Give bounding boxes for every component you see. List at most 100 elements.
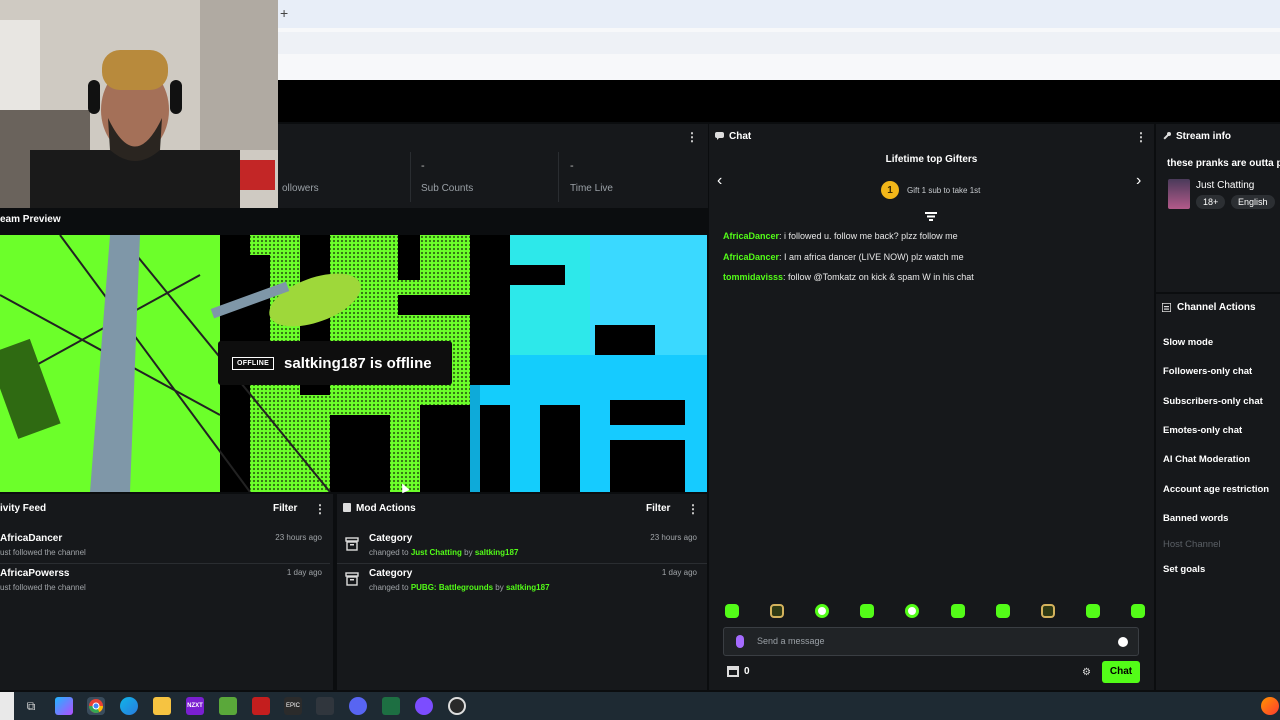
list-item[interactable]: AfricaDancer ust followed the channel 23…: [0, 533, 330, 563]
channel-points-icon[interactable]: [727, 666, 739, 677]
chat-input[interactable]: Send a message: [723, 627, 1139, 656]
action-host-channel: Host Channel: [1163, 539, 1221, 550]
chrome-icon[interactable]: [87, 697, 105, 715]
mod-action-description: changed to Just Chatting by saltking187: [369, 548, 518, 557]
emote-icon[interactable]: [1040, 604, 1055, 618]
emote-icon[interactable]: [770, 604, 785, 618]
obs-studio-icon[interactable]: [448, 697, 466, 715]
feed-username: AfricaPowerss: [0, 568, 70, 579]
emoji-icon[interactable]: [1118, 637, 1128, 647]
action-followers-only[interactable]: Followers-only chat: [1163, 366, 1252, 377]
stats-more-icon[interactable]: ⋮: [686, 130, 698, 144]
emote-icon[interactable]: [1130, 604, 1145, 618]
mod-desc-user[interactable]: saltking187: [506, 583, 550, 592]
chat-message[interactable]: AfricaDancer: i followed u. follow me ba…: [723, 231, 958, 241]
epic-games-icon[interactable]: EPIC: [284, 697, 302, 715]
mod-desc-user[interactable]: saltking187: [475, 548, 519, 557]
emote-icon[interactable]: [860, 604, 875, 618]
browser-tab-bar: +: [278, 0, 1280, 28]
webcam-overlay: [0, 0, 278, 208]
emote-icon[interactable]: [725, 604, 739, 618]
gift-prompt: Gift 1 sub to take 1st: [907, 185, 981, 195]
minecraft-icon[interactable]: [219, 697, 237, 715]
activity-more-icon[interactable]: ⋮: [314, 502, 326, 516]
activity-filter-button[interactable]: Filter: [273, 503, 297, 514]
list-item[interactable]: Category changed to Just Chatting by sal…: [345, 533, 697, 565]
task-view-icon[interactable]: ⧉: [22, 697, 40, 715]
taskbar-edge: [0, 692, 14, 720]
discord-icon[interactable]: [349, 697, 367, 715]
address-bar[interactable]: [278, 32, 1280, 54]
feed-description: ust followed the channel: [0, 548, 86, 557]
chat-panel: Chat ⋮ Lifetime top Gifters ‹ › 1 Gift 1…: [709, 124, 1154, 690]
action-ai-moderation[interactable]: AI Chat Moderation: [1163, 454, 1250, 465]
mod-filter-button[interactable]: Filter: [646, 503, 670, 514]
emote-icon[interactable]: [815, 604, 830, 618]
action-slow-mode[interactable]: Slow mode: [1163, 337, 1213, 348]
send-chat-button[interactable]: Chat: [1102, 661, 1140, 683]
mod-more-icon[interactable]: ⋮: [687, 502, 699, 516]
edge-icon[interactable]: [120, 697, 138, 715]
chevron-right-icon[interactable]: ›: [1136, 172, 1141, 190]
mod-desc-category[interactable]: PUBG: Battlegrounds: [411, 583, 493, 592]
unity-icon[interactable]: [316, 697, 334, 715]
chat-text: : follow @Tomkatz on kick & spam W in hi…: [783, 272, 974, 282]
stream-title: these pranks are outta po: [1167, 158, 1280, 169]
chat-title: Chat: [729, 131, 752, 142]
stat-followers: ollowers: [282, 152, 422, 202]
action-emotes-only[interactable]: Emotes-only chat: [1163, 425, 1242, 436]
mod-action-title: Category: [369, 533, 413, 544]
mod-actions-panel: Mod Actions Filter ⋮ Category changed to…: [337, 494, 707, 690]
mod-action-description: changed to PUBG: Battlegrounds by saltki…: [369, 583, 550, 592]
wrench-icon: [1163, 132, 1171, 140]
stat-label: Sub Counts: [421, 183, 474, 194]
channel-actions-title: Channel Actions: [1177, 302, 1256, 313]
chat-username[interactable]: tommidavisss: [723, 272, 783, 282]
excel-icon[interactable]: [382, 697, 400, 715]
chat-message[interactable]: tommidavisss: follow @Tomkatz on kick & …: [723, 272, 974, 282]
emote-icon[interactable]: [905, 604, 920, 618]
nzxt-icon[interactable]: NZXT: [186, 697, 204, 715]
stream-preview-title: eam Preview: [0, 214, 61, 225]
chat-username[interactable]: AfricaDancer: [723, 252, 779, 262]
emote-icon[interactable]: [950, 604, 965, 618]
list-item[interactable]: Category changed to PUBG: Battlegrounds …: [345, 568, 697, 600]
action-subscribers-only[interactable]: Subscribers-only chat: [1163, 396, 1263, 407]
activity-feed-panel: ivity Feed Filter ⋮ AfricaDancer ust fol…: [0, 494, 333, 690]
emote-icon[interactable]: [1085, 604, 1100, 618]
category-thumbnail: [1168, 179, 1190, 209]
feed-description: ust followed the channel: [0, 583, 86, 592]
feed-username: AfricaDancer: [0, 533, 63, 544]
stat-time-live: - Time Live: [570, 152, 710, 202]
emote-icon[interactable]: [995, 604, 1010, 618]
browser-extra-icon[interactable]: [1261, 697, 1279, 715]
copilot-icon[interactable]: [55, 697, 73, 715]
action-banned-words[interactable]: Banned words: [1163, 513, 1228, 524]
chat-message[interactable]: AfricaDancer: I am africa dancer (LIVE N…: [723, 252, 964, 262]
gear-icon[interactable]: ⚙: [1082, 667, 1091, 678]
pinned-filter-icon[interactable]: [925, 212, 937, 221]
action-set-goals[interactable]: Set goals: [1163, 564, 1205, 575]
mod-desc-prefix: changed to: [369, 583, 411, 592]
chevron-left-icon[interactable]: ‹: [717, 172, 722, 190]
gift-row: 1 Gift 1 sub to take 1st: [881, 180, 980, 200]
red-app-icon[interactable]: [252, 697, 270, 715]
stream-category: Just Chatting: [1196, 180, 1255, 191]
stat-value: -: [570, 160, 574, 172]
mod-action-time: 1 day ago: [661, 568, 697, 577]
mod-action-title: Category: [369, 568, 413, 579]
stream-info-title: Stream info: [1176, 131, 1232, 142]
chat-more-icon[interactable]: ⋮: [1135, 130, 1147, 144]
purple-app-icon[interactable]: [415, 697, 433, 715]
action-account-age[interactable]: Account age restriction: [1163, 484, 1269, 495]
divider: [0, 563, 330, 564]
site-header: [278, 80, 1280, 122]
file-explorer-icon[interactable]: [153, 697, 171, 715]
mod-desc-category[interactable]: Just Chatting: [411, 548, 462, 557]
microphone-icon[interactable]: [736, 635, 744, 648]
shield-icon: [343, 503, 351, 512]
chat-username[interactable]: AfricaDancer: [723, 231, 779, 241]
new-tab-button[interactable]: +: [280, 6, 292, 20]
list-item[interactable]: AfricaPowerss ust followed the channel 1…: [0, 568, 330, 598]
stream-info-panel: Stream info these pranks are outta po Ju…: [1156, 124, 1280, 292]
